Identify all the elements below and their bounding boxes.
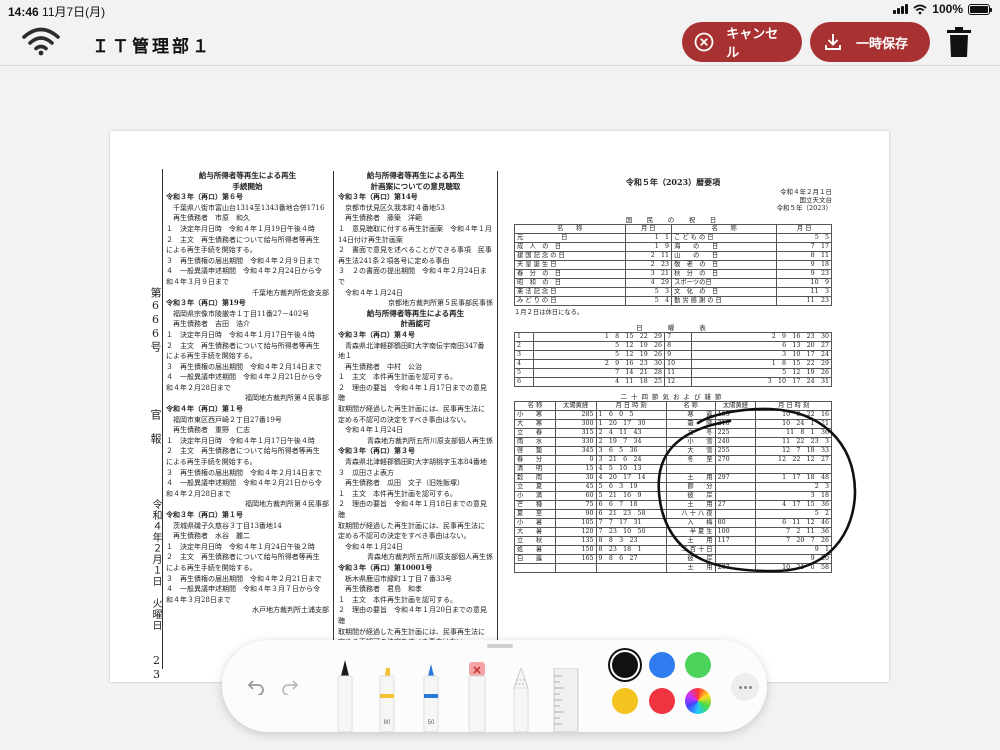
color-black-swatch[interactable]: [612, 652, 638, 678]
cellular-signal-icon: [893, 4, 909, 14]
ink-circle-annotation: [657, 407, 857, 573]
drawing-palette: 80 50: [222, 640, 767, 733]
status-time: 14:46 11月7日(月): [8, 5, 106, 19]
trash-icon[interactable]: [945, 26, 973, 58]
wifi-icon[interactable]: [22, 26, 60, 56]
eraser-tool[interactable]: [466, 662, 488, 732]
more-options-icon[interactable]: [731, 673, 759, 701]
save-button-label: 一時保存: [856, 35, 909, 51]
download-icon: [822, 31, 844, 53]
status-bar: 14:46 11月7日(月) 100%: [0, 0, 1000, 20]
close-circle-icon: [694, 31, 714, 53]
marker-width: 50: [427, 720, 435, 726]
redo-icon[interactable]: [278, 674, 302, 698]
highlighter-tool[interactable]: 80: [376, 654, 398, 733]
color-yellow-swatch[interactable]: [612, 688, 638, 714]
lasso-tool[interactable]: [510, 668, 532, 732]
marker-tool[interactable]: 50: [420, 654, 442, 733]
color-blue-swatch[interactable]: [649, 652, 675, 678]
document-page[interactable]: 第666号 官 報 令和４年２月１日 火曜日 23 給与所得者等再生による再生手…: [110, 131, 889, 682]
palette-drag-handle[interactable]: [487, 644, 513, 648]
cancel-button-label: キャンセル: [726, 26, 779, 60]
save-draft-button[interactable]: 一時保存: [810, 22, 930, 62]
battery-percent: 100%: [932, 2, 963, 16]
wifi-status-icon: [913, 4, 927, 14]
top-toolbar: ＩＴ管理部１ キャンセル 一時保存: [0, 20, 1000, 66]
battery-icon: [968, 3, 992, 15]
undo-icon[interactable]: [244, 674, 268, 698]
page-title: ＩＴ管理部１: [92, 37, 212, 56]
pen-tool[interactable]: [334, 654, 356, 732]
color-red-swatch[interactable]: [649, 688, 675, 714]
highlighter-width: 80: [383, 720, 391, 726]
color-green-swatch[interactable]: [685, 652, 711, 678]
color-picker-icon[interactable]: [685, 688, 711, 714]
ruler-tool[interactable]: [552, 668, 580, 732]
cancel-button[interactable]: キャンセル: [682, 22, 802, 62]
